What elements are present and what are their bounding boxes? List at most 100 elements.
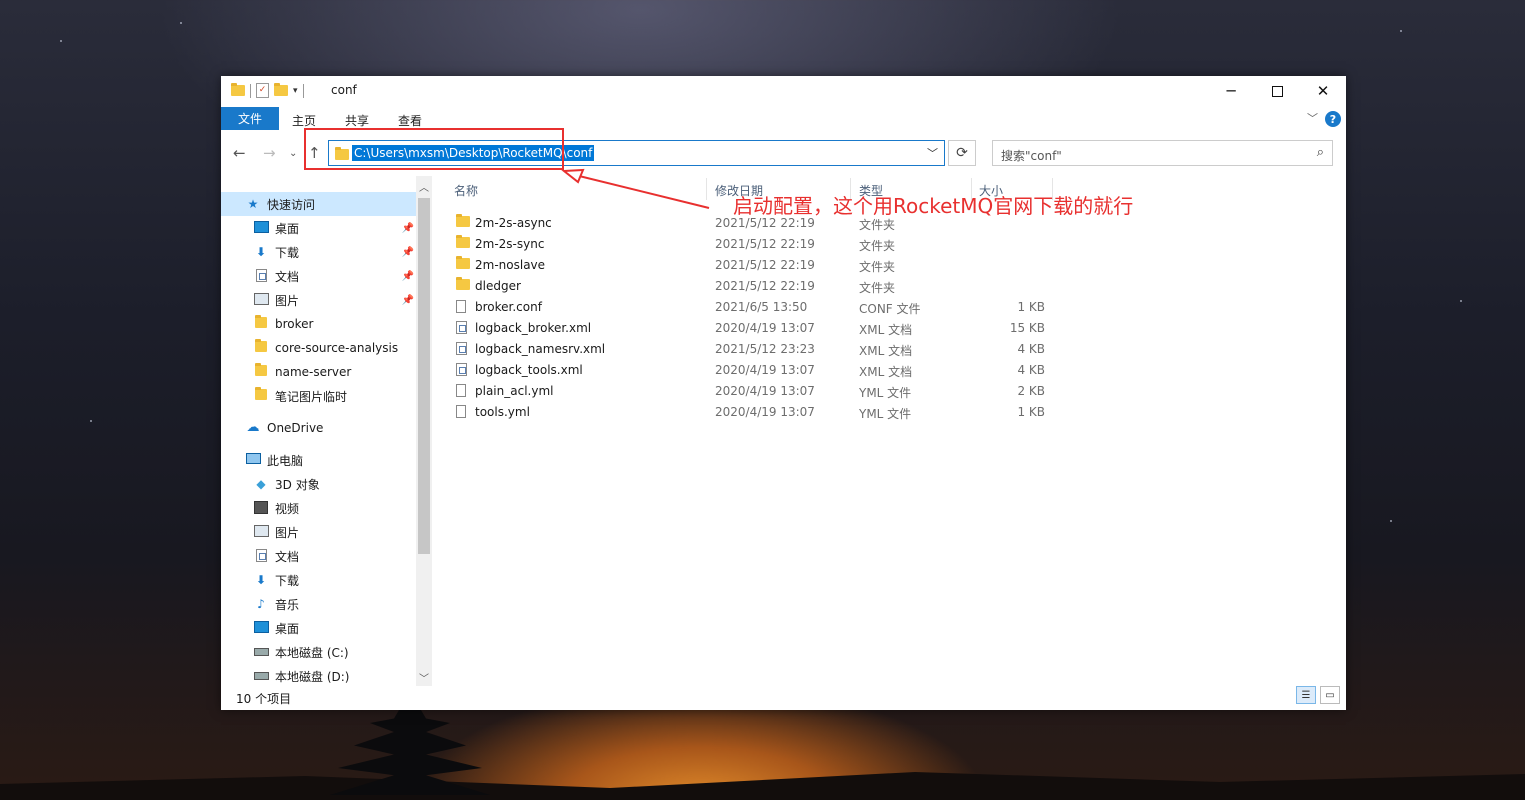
file-name: 2m-noslave: [475, 258, 546, 272]
file-row[interactable]: tools.yml 2020/4/19 13:07 YML 文件 1 KB: [448, 401, 1338, 422]
file-row[interactable]: logback_tools.xml 2020/4/19 13:07 XML 文档 4 …: [448, 359, 1338, 380]
file-name: logback_tools.xml: [475, 363, 583, 377]
folder-synced-icon: [253, 363, 269, 379]
view-switcher: ☰ ▭: [1296, 686, 1340, 704]
nav-this-pc[interactable]: 此电脑: [221, 448, 416, 472]
maximize-button[interactable]: [1254, 76, 1300, 106]
nav-item-name-server[interactable]: name-server: [221, 360, 416, 384]
folder-error-icon: [253, 315, 269, 331]
file-row[interactable]: 2m-2s-sync 2021/5/12 22:19 文件夹: [448, 233, 1338, 254]
file-row[interactable]: plain_acl.yml 2020/4/19 13:07 YML 文件 2 KB: [448, 380, 1338, 401]
divider: [302, 83, 304, 98]
annotation-text: 启动配置，这个用RocketMQ官网下载的就行: [733, 194, 1134, 218]
column-divider[interactable]: [706, 178, 707, 200]
nav-item-music[interactable]: ♪ 音乐: [221, 592, 416, 616]
nav-label: 桌面: [275, 221, 300, 236]
nav-label: 图片: [275, 293, 300, 308]
file-type: YML 文件: [859, 386, 912, 400]
large-icons-view-icon[interactable]: ▭: [1320, 686, 1340, 704]
file-row[interactable]: logback_namesrv.xml 2021/5/12 23:23 XML 文档…: [448, 338, 1338, 359]
nav-item-downloads-pc[interactable]: ⬇ 下载: [221, 568, 416, 592]
file-date: 2020/4/19 13:07: [715, 363, 815, 377]
file-icon: [456, 300, 466, 313]
nav-label: 下载: [275, 245, 300, 260]
chevron-down-icon[interactable]: ﹀: [927, 145, 938, 161]
status-item-count: 10 个项目: [236, 692, 292, 706]
nav-item-downloads[interactable]: ⬇ 下载 📌: [221, 240, 416, 264]
pin-icon: 📌: [401, 246, 414, 258]
help-icon[interactable]: ?: [1325, 111, 1341, 127]
nav-item-desktop[interactable]: 桌面 📌: [221, 216, 416, 240]
nav-item-desktop-pc[interactable]: 桌面: [221, 616, 416, 640]
search-input[interactable]: 搜索"conf" ⌕: [992, 140, 1333, 166]
nav-item-documents[interactable]: 文档 📌: [221, 264, 416, 288]
title-bar: ✓ ▾ conf ─ ✕: [221, 76, 1346, 106]
expand-ribbon-icon[interactable]: ﹀: [1307, 110, 1318, 126]
column-header-name[interactable]: 名称: [454, 182, 478, 199]
nav-item-core-source-analysis[interactable]: core-source-analysis: [221, 336, 416, 360]
recent-locations-icon[interactable]: ⌄: [289, 148, 297, 159]
window-title: conf: [331, 83, 357, 97]
xml-file-icon: [456, 342, 467, 355]
back-button[interactable]: ←: [233, 144, 246, 162]
file-type: XML 文档: [859, 365, 913, 379]
divider: [250, 83, 251, 98]
minimize-button[interactable]: ─: [1208, 76, 1254, 106]
refresh-button[interactable]: ⟳: [948, 140, 976, 166]
file-row[interactable]: broker.conf 2021/6/5 13:50 CONF 文件 1 KB: [448, 296, 1338, 317]
desktop-icon: [253, 621, 269, 635]
file-date: 2021/5/12 22:19: [715, 279, 815, 293]
nav-scrollbar[interactable]: ︿ ﹀: [416, 176, 432, 686]
download-icon: ⬇: [255, 573, 267, 587]
nav-item-broker[interactable]: broker: [221, 312, 416, 336]
download-icon: ⬇: [255, 245, 267, 259]
nav-item-documents-pc[interactable]: 文档: [221, 544, 416, 568]
properties-icon[interactable]: ✓: [256, 83, 269, 98]
tab-file[interactable]: 文件: [221, 107, 279, 130]
drive-icon: [253, 669, 269, 683]
nav-label: OneDrive: [267, 421, 324, 435]
scroll-up-icon[interactable]: ︿: [416, 179, 432, 194]
tab-home[interactable]: 主页: [292, 112, 316, 129]
picture-icon: [253, 293, 269, 307]
pin-icon: 📌: [401, 270, 414, 282]
file-row[interactable]: dledger 2021/5/12 22:19 文件夹: [448, 275, 1338, 296]
file-date: 2021/6/5 13:50: [715, 300, 808, 314]
nav-quick-access[interactable]: ★ 快速访问: [221, 192, 416, 216]
new-folder-icon[interactable]: [274, 83, 288, 96]
file-row[interactable]: 2m-noslave 2021/5/12 22:19 文件夹: [448, 254, 1338, 275]
scrollbar-thumb[interactable]: [418, 198, 430, 554]
star-icon: ★: [247, 197, 259, 211]
picture-icon: [253, 525, 269, 539]
file-icon: [456, 384, 466, 397]
nav-label: 笔记图片临时: [275, 389, 348, 404]
customize-toolbar-icon[interactable]: ▾: [293, 86, 298, 96]
nav-item-notes-images[interactable]: 笔记图片临时: [221, 384, 416, 408]
file-size: 15 KB: [1009, 321, 1045, 335]
file-name: broker.conf: [475, 300, 542, 314]
details-view-icon[interactable]: ☰: [1296, 686, 1316, 704]
folder-icon: [456, 256, 470, 269]
nav-item-pictures[interactable]: 图片 📌: [221, 288, 416, 312]
file-size: 1 KB: [1017, 405, 1045, 419]
file-row[interactable]: logback_broker.xml 2020/4/19 13:07 XML 文档 1…: [448, 317, 1338, 338]
tab-share[interactable]: 共享: [345, 112, 369, 129]
file-type: XML 文档: [859, 323, 913, 337]
nav-item-videos[interactable]: 视频: [221, 496, 416, 520]
nav-item-drive-c[interactable]: 本地磁盘 (C:): [221, 640, 416, 664]
forward-button[interactable]: →: [263, 144, 276, 162]
nav-item-pictures-pc[interactable]: 图片: [221, 520, 416, 544]
nav-item-3d-objects[interactable]: ◆ 3D 对象: [221, 472, 416, 496]
nav-label: 本地磁盘 (C:): [275, 645, 349, 660]
star: [1400, 30, 1402, 32]
pin-icon: 📌: [401, 294, 414, 306]
close-button[interactable]: ✕: [1300, 76, 1346, 106]
nav-label: core-source-analysis: [275, 341, 399, 355]
scroll-down-icon[interactable]: ﹀: [416, 670, 432, 685]
nav-item-drive-d[interactable]: 本地磁盘 (D:): [221, 664, 416, 686]
nav-onedrive[interactable]: ☁ OneDrive: [221, 416, 416, 440]
tab-view[interactable]: 查看: [398, 112, 422, 129]
annotation-highlight-box: [304, 128, 564, 170]
nav-label: broker: [275, 317, 314, 331]
file-name: tools.yml: [475, 405, 530, 419]
